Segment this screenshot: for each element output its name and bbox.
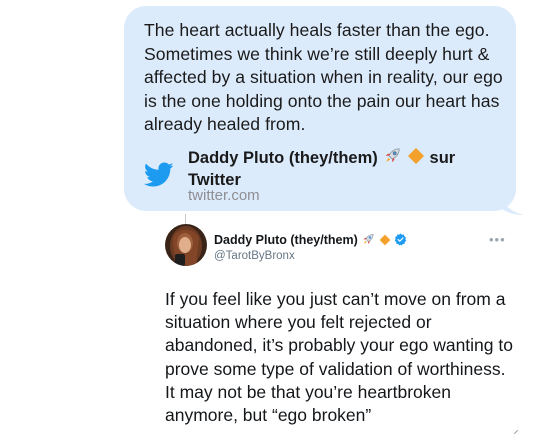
link-title-suffix: sur: [429, 149, 456, 167]
bubble-tail: [500, 196, 524, 215]
rocket-icon: [361, 233, 375, 249]
tweet-author-name[interactable]: Daddy Pluto (they/them): [214, 233, 407, 249]
link-title[interactable]: Daddy Pluto (they/them) sur Twitter: [188, 147, 488, 190]
thread-connector: [185, 214, 186, 224]
orange-diamond-icon: [407, 147, 425, 170]
message-bubble[interactable]: The heart actually heals faster than the…: [124, 6, 516, 211]
link-preview[interactable]: Daddy Pluto (they/them) sur Twitter twit…: [144, 147, 504, 205]
tweet-text: If you feel like you just can’t move on …: [165, 289, 513, 426]
corner-mark: [514, 430, 518, 434]
twitter-bird-icon: [144, 162, 174, 187]
message-text: The heart actually heals faster than the…: [144, 20, 503, 134]
author-name-text: Daddy Pluto (they/them): [214, 233, 358, 247]
link-url[interactable]: twitter.com: [188, 187, 260, 204]
avatar[interactable]: [165, 224, 207, 266]
screenshot: The heart actually heals faster than the…: [0, 0, 540, 439]
link-title-name: Daddy Pluto (they/them): [188, 149, 378, 167]
more-options-icon[interactable]: •••: [489, 232, 506, 247]
tweet-handle[interactable]: @TarotByBronx: [214, 250, 295, 262]
verified-badge-icon: [394, 233, 407, 249]
orange-diamond-icon: [379, 234, 391, 249]
rocket-icon: [382, 147, 402, 170]
